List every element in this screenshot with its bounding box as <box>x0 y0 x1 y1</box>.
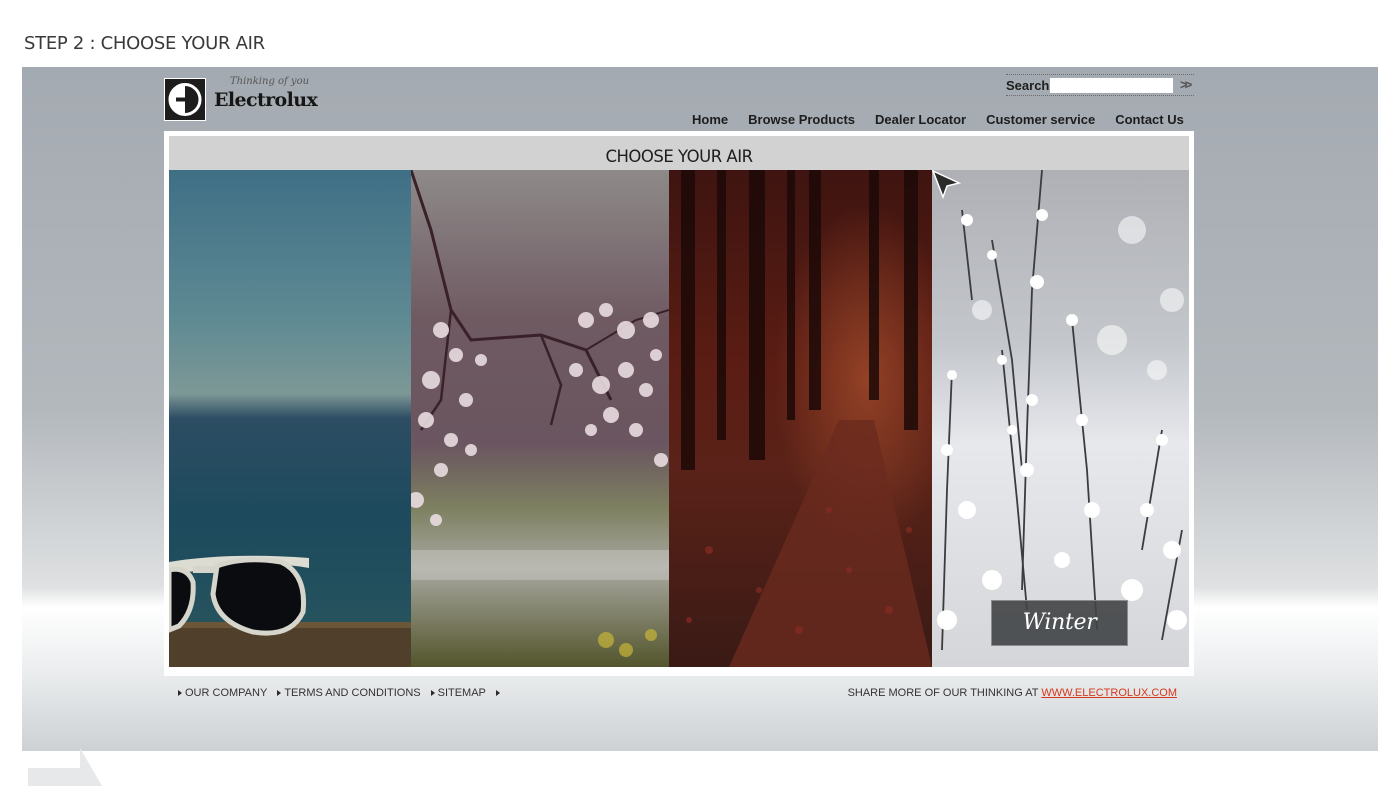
arrow-right-icon <box>430 690 435 696</box>
logo-mark-icon <box>164 78 206 121</box>
season-spring-tile[interactable] <box>411 170 669 667</box>
footer-share: SHARE MORE OF OUR THINKING AT WWW.ELECTR… <box>848 687 1177 699</box>
footer-share-link[interactable]: WWW.ELECTROLUX.COM <box>1041 687 1177 699</box>
search-label: Search <box>1006 78 1050 93</box>
brand-logo[interactable]: Thinking of you Electrolux <box>164 76 318 122</box>
footer-links: OUR COMPANY TERMS AND CONDITIONS SITEMAP <box>178 687 513 699</box>
search-bar: Search >> <box>1006 74 1194 96</box>
summer-image <box>169 170 411 667</box>
panel-title: CHOOSE YOUR AIR <box>605 147 753 166</box>
search-submit-icon[interactable]: >> <box>1180 77 1192 92</box>
arrow-right-icon <box>277 690 282 696</box>
footer-link-empty[interactable] <box>495 687 503 699</box>
footer-link-label: SITEMAP <box>437 687 486 699</box>
footer-link-label: OUR COMPANY <box>185 687 268 699</box>
season-winter-tile[interactable]: Winter <box>932 170 1189 667</box>
arrow-right-icon <box>495 690 500 696</box>
spring-image <box>411 170 669 667</box>
footer-link-our-company[interactable]: OUR COMPANY <box>178 687 267 699</box>
winter-image <box>932 170 1189 667</box>
footer-link-label: TERMS AND CONDITIONS <box>284 687 421 699</box>
panel-header: CHOOSE YOUR AIR <box>169 136 1189 170</box>
logo-tagline: Thinking of you <box>230 76 310 87</box>
search-input[interactable] <box>1050 78 1173 93</box>
step-title: STEP 2 : CHOOSE YOUR AIR <box>24 33 265 54</box>
logo-wordmark: Electrolux <box>214 89 318 111</box>
season-autumn-tile[interactable] <box>669 170 932 667</box>
footer-link-terms[interactable]: TERMS AND CONDITIONS <box>277 687 421 699</box>
arrow-right-icon <box>178 690 182 696</box>
footer: OUR COMPANY TERMS AND CONDITIONS SITEMAP… <box>164 676 1194 748</box>
season-hover-label: Winter <box>991 600 1128 646</box>
season-selector-panel: CHOOSE YOUR AIR Winter <box>164 131 1194 676</box>
season-summer-tile[interactable] <box>169 170 411 667</box>
corner-arrow-icon <box>28 748 102 786</box>
autumn-image <box>669 170 932 667</box>
mouse-cursor-icon <box>932 170 962 200</box>
footer-share-text: SHARE MORE OF OUR THINKING AT <box>847 687 1039 699</box>
footer-link-sitemap[interactable]: SITEMAP <box>430 687 486 699</box>
